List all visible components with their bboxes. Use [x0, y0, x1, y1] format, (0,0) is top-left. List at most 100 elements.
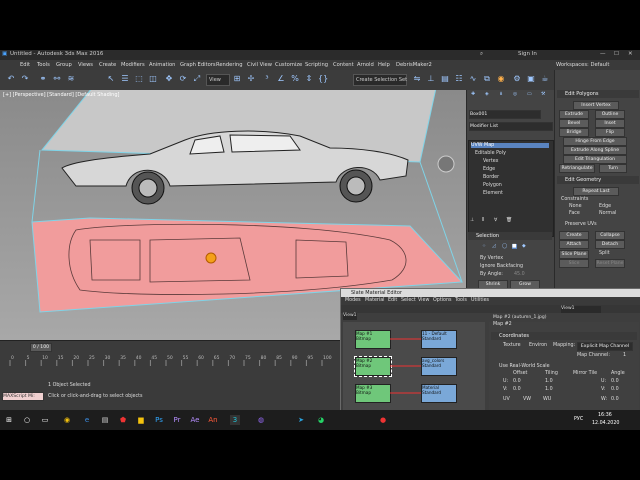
v-tiling[interactable]: 1.0 — [545, 387, 553, 392]
maximize-button[interactable]: ☐ — [614, 51, 619, 57]
display-tab-icon[interactable]: ▭ — [527, 92, 532, 97]
repeat-last-button[interactable]: Repeat Last — [573, 187, 619, 196]
undo-icon[interactable]: ↶ — [6, 74, 16, 84]
sme-menu-modes[interactable]: Modes — [345, 298, 361, 303]
language-indicator[interactable]: РУС — [574, 417, 583, 422]
constraint-edge-radio[interactable]: Edge — [599, 204, 611, 209]
object-name-field[interactable]: Box001 — [469, 110, 541, 119]
flip-button[interactable]: Flip — [595, 128, 625, 137]
sme-menu-tools[interactable]: Tools — [455, 298, 467, 303]
sme-menu-options[interactable]: Options — [433, 298, 452, 303]
search-icon[interactable]: ○ — [22, 415, 32, 425]
search-icon[interactable]: ⌕ — [480, 51, 483, 58]
environ-radio[interactable]: Environ — [529, 343, 547, 348]
render-setup-icon[interactable]: ⚙ — [512, 74, 522, 84]
hierarchy-tab-icon[interactable]: ⋔ — [499, 92, 503, 97]
menu-content[interactable]: Content — [333, 62, 354, 68]
menu-modifiers[interactable]: Modifiers — [121, 62, 145, 68]
texture-radio[interactable]: Texture — [503, 343, 521, 348]
utilities-tab-icon[interactable]: ⚒ — [541, 92, 545, 97]
app-icon[interactable]: ▣ — [2, 51, 7, 57]
edit-geometry-header[interactable]: Edit Geometry — [557, 176, 639, 184]
sel-border-icon[interactable]: ◯ — [502, 244, 507, 249]
slice-button[interactable]: Slice — [559, 259, 589, 268]
menu-scripting[interactable]: Scripting — [305, 62, 328, 68]
extrude-along-spline-button[interactable]: Extrude Along Spline — [563, 146, 627, 155]
mapping-dropdown[interactable]: Explicit Map Channel — [577, 342, 633, 351]
insert-vertex-button[interactable]: Insert Vertex — [573, 101, 619, 110]
stack-edge[interactable]: Edge — [483, 167, 495, 172]
retriangulate-button[interactable]: Retriangulate — [559, 164, 595, 173]
sme-view-tab[interactable]: View1 — [343, 313, 357, 320]
clock-date[interactable]: 12.04.2020 — [592, 421, 619, 426]
inset-button[interactable]: Inset — [595, 119, 625, 128]
spinner-snap-icon[interactable]: ⇕ — [304, 74, 314, 84]
redo-icon[interactable]: ↷ — [20, 74, 30, 84]
maxscript-listener[interactable]: MAXScript Mi: — [2, 392, 44, 401]
ignore-backfacing-checkbox[interactable]: Ignore Backfacing — [480, 264, 523, 269]
bind-icon[interactable]: ≋ — [66, 74, 76, 84]
telegram-icon[interactable]: ➤ — [296, 415, 306, 425]
menu-arnold[interactable]: Arnold — [357, 62, 374, 68]
sign-in-label[interactable]: Sign In — [518, 51, 537, 57]
v-angle[interactable]: 0.0 — [611, 387, 619, 392]
move-icon[interactable]: ✥ — [164, 74, 174, 84]
sme-menu-utilities[interactable]: Utilities — [471, 298, 489, 303]
outline-button[interactable]: Outline — [595, 110, 625, 119]
menu-edit[interactable]: Edit — [20, 62, 30, 68]
menu-group[interactable]: Group — [56, 62, 72, 68]
after-effects-icon[interactable]: Ae — [190, 415, 200, 425]
scene-explorer-icon[interactable]: ▤ — [440, 74, 450, 84]
reference-coord-dropdown[interactable]: View — [206, 74, 230, 86]
selection-set-dropdown[interactable]: Create Selection Set — [353, 74, 407, 86]
turn-button[interactable]: Turn — [599, 164, 627, 173]
modifier-list-dropdown[interactable]: Modifier List — [469, 122, 553, 131]
selection-rollout-header[interactable]: Selection — [468, 232, 552, 240]
create-button[interactable]: Create — [559, 231, 589, 240]
edit-polygons-header[interactable]: Edit Polygons — [557, 90, 639, 98]
unlink-icon[interactable]: ⚯ — [52, 74, 62, 84]
sme-node-canvas[interactable]: Map #1 Bitmap Map #2 Bitmap Map #3 Bitma… — [343, 322, 485, 410]
create-tab-icon[interactable]: ✚ — [471, 92, 475, 97]
sme-menu-select[interactable]: Select — [401, 298, 416, 303]
close-button[interactable]: ✕ — [628, 51, 633, 57]
hinge-from-edge-button[interactable]: Hinge From Edge — [563, 137, 627, 146]
menu-views[interactable]: Views — [78, 62, 93, 68]
v-offset[interactable]: 0.0 — [513, 387, 521, 392]
menu-create[interactable]: Create — [99, 62, 116, 68]
stack-border[interactable]: Border — [483, 175, 499, 180]
align-icon[interactable]: ⊥ — [426, 74, 436, 84]
task-view-icon[interactable]: ▭ — [40, 415, 50, 425]
angle-snap-icon[interactable]: ∠ — [276, 74, 286, 84]
acrobat-icon[interactable]: ⬟ — [118, 415, 128, 425]
remove-modifier-icon[interactable]: 🗑 — [506, 218, 512, 223]
stack-element[interactable]: Element — [483, 191, 503, 196]
record-icon[interactable]: ● — [378, 415, 388, 425]
stack-uvw-map[interactable]: UVW Map — [471, 143, 549, 148]
angle-value[interactable]: 45.0 — [514, 272, 525, 277]
stack-editable-poly[interactable]: Editable Poly — [475, 151, 506, 156]
premiere-icon[interactable]: Pr — [172, 415, 182, 425]
w-angle[interactable]: 0.0 — [611, 397, 619, 402]
photoshop-icon[interactable]: Ps — [154, 415, 164, 425]
constraint-normal-radio[interactable]: Normal — [599, 211, 616, 216]
rect-select-icon[interactable]: ⬚ — [134, 74, 144, 84]
render-frame-icon[interactable]: ▣ — [526, 74, 536, 84]
preserve-uvs-checkbox[interactable]: Preserve UVs — [565, 222, 597, 227]
render-icon[interactable]: ☕ — [540, 74, 550, 84]
map-channel-value[interactable]: 1 — [623, 353, 626, 358]
curve-editor-icon[interactable]: ∿ — [468, 74, 478, 84]
coordinates-header[interactable]: Coordinates — [491, 332, 637, 340]
sel-polygon-icon[interactable]: ■ — [512, 244, 517, 249]
sel-vertex-icon[interactable]: ⁘ — [482, 244, 486, 249]
sme-title[interactable]: Slate Material Editor — [341, 289, 640, 297]
clock-time[interactable]: 16:36 — [598, 413, 612, 418]
stack-vertex[interactable]: Vertex — [483, 159, 498, 164]
material-editor-icon[interactable]: ◉ — [496, 74, 506, 84]
constraint-face-radio[interactable]: Face — [569, 211, 580, 216]
percent-snap-icon[interactable]: % — [290, 74, 300, 84]
detach-button[interactable]: Detach — [595, 240, 625, 249]
split-checkbox[interactable]: Split — [599, 251, 610, 256]
sel-element-icon[interactable]: ◆ — [522, 244, 526, 249]
menu-debrismaker[interactable]: DebrisMaker2 — [396, 62, 432, 68]
